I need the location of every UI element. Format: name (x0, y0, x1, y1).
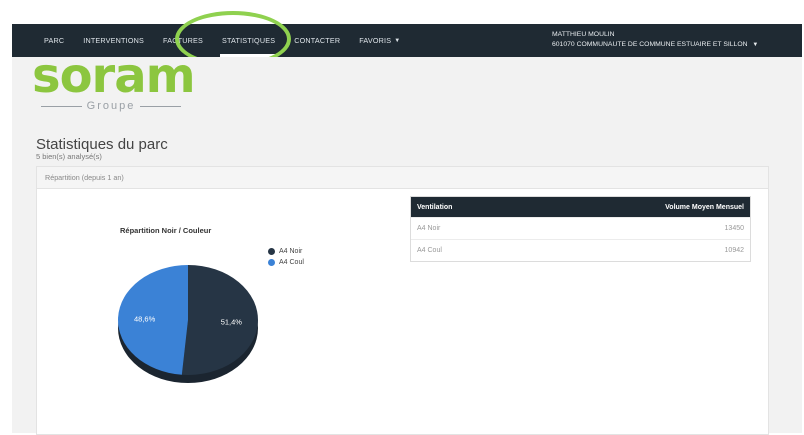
nav-item-statistiques[interactable]: STATISTIQUES (219, 24, 278, 57)
nav-item-label: PARC (44, 36, 65, 45)
table-row: A4 Coul 10942 (411, 239, 750, 261)
logo-divider (140, 105, 182, 107)
chart-legend: A4 Noir A4 Coul (268, 246, 304, 268)
nav-item-label: STATISTIQUES (221, 36, 276, 45)
logo-wordmark: soram (32, 48, 196, 104)
table-cell-ventilation: A4 Coul (417, 247, 442, 254)
logo-subtitle: Groupe (36, 100, 186, 112)
table-cell-volume: 13450 (724, 225, 744, 232)
user-name: MATTHIEU MOULIN (552, 31, 615, 38)
nav-item-label: FACTURES (163, 36, 203, 45)
table-cell-volume: 10942 (724, 247, 744, 254)
pie-data-label: 48,6% (134, 315, 156, 324)
legend-label: A4 Noir (279, 248, 303, 255)
caret-down-icon: ▼ (752, 42, 759, 48)
ventilation-table: Ventilation Volume Moyen Mensuel A4 Noir… (410, 196, 751, 262)
table-row: A4 Noir 13450 (411, 217, 750, 239)
logo-sub-text: Groupe (86, 100, 136, 112)
table-header-ventilation: Ventilation (417, 203, 453, 211)
table-cell-ventilation: A4 Noir (417, 225, 441, 232)
page-title: Statistiques du parc (36, 136, 168, 153)
soram-logo: soram Groupe (32, 48, 196, 120)
nav-item-contacter[interactable]: CONTACTER (294, 24, 340, 57)
user-menu[interactable]: MATTHIEU MOULIN 601070 COMMUNAUTE DE COM… (552, 30, 758, 50)
legend-item-a4-noir[interactable]: A4 Noir (268, 246, 304, 257)
nav-item-favoris[interactable]: FAVORIS ▼ (359, 24, 400, 57)
panel-header: Répartition (depuis 1 an) (37, 167, 768, 189)
user-org: 601070 COMMUNAUTE DE COMMUNE ESTUAIRE ET… (552, 41, 759, 48)
logo-divider (41, 105, 82, 107)
legend-item-a4-coul[interactable]: A4 Coul (268, 257, 304, 268)
table-header: Ventilation Volume Moyen Mensuel (411, 197, 750, 217)
table-header-volume: Volume Moyen Mensuel (665, 203, 744, 211)
pie-chart: 51,4% 48,6% (118, 265, 259, 383)
caret-down-icon: ▼ (394, 37, 401, 44)
nav-item-label: FAVORIS (359, 36, 392, 45)
pie-data-label: 51,4% (221, 317, 243, 326)
legend-swatch-noir (268, 248, 275, 255)
nav-item-label: INTERVENTIONS (83, 36, 145, 45)
chart-title: Répartition Noir / Couleur (120, 226, 212, 235)
legend-label: A4 Coul (279, 259, 304, 266)
page-subtitle: 5 bien(s) analysé(s) (36, 152, 102, 161)
nav-item-label: CONTACTER (294, 36, 341, 45)
